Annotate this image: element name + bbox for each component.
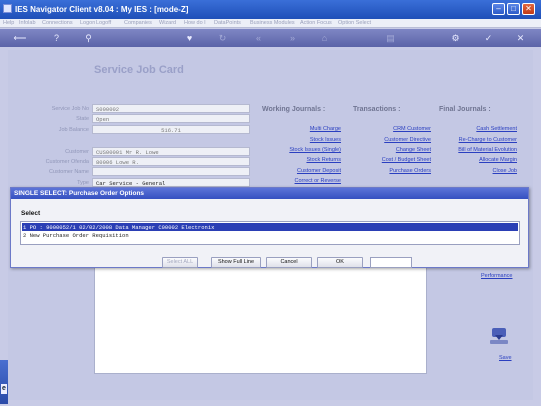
- bill-of-material-evolution-link[interactable]: Bill of Material Evolution: [458, 147, 517, 153]
- transactions-heading: Transactions :: [353, 106, 401, 113]
- customer-field[interactable]: CUS00001 Mr R. Lowe: [92, 147, 250, 156]
- favorite-icon[interactable]: ♥: [183, 32, 196, 44]
- selection-input[interactable]: [370, 257, 412, 268]
- print-icon[interactable]: ▤: [384, 32, 397, 44]
- crm-customer-link[interactable]: CRM Customer: [393, 126, 431, 132]
- search-icon[interactable]: ⚲: [82, 32, 95, 44]
- multi-charge-link[interactable]: Multi Charge: [310, 126, 341, 132]
- service-job-field[interactable]: S000002: [92, 104, 250, 113]
- cost-budget-sheet-link[interactable]: Cost / Budget Sheet: [382, 157, 431, 163]
- menu-infolab[interactable]: Infolab: [19, 20, 36, 26]
- state-label: State: [76, 116, 89, 122]
- cash-settlement-link[interactable]: Cash Settlement: [476, 126, 517, 132]
- cancel-button[interactable]: Cancel: [266, 257, 312, 268]
- menu-wizard[interactable]: Wizard: [159, 20, 176, 26]
- re-charge-to-customer-link[interactable]: Re-Charge to Customer: [459, 137, 517, 143]
- customer-name-label: Customer Name: [48, 169, 89, 175]
- stock-issues-single-link[interactable]: Stock Issues (Single): [289, 147, 341, 153]
- allocate-margin-link[interactable]: Allocate Margin: [479, 157, 517, 163]
- menu-how-do-i[interactable]: How do I: [184, 20, 206, 26]
- toolbar: ⟵ ? ⚲ ♥ ↻ « » ⌂ ▤ ⚙ ✓ ✕: [0, 29, 541, 47]
- window-title: IES Navigator Client v8.04 : My IES : [m…: [15, 5, 189, 14]
- menu-companies[interactable]: Companies: [124, 20, 152, 26]
- customer-directive-link[interactable]: Customer Directive: [384, 137, 431, 143]
- taskbar: e: [0, 360, 8, 404]
- purchase-orders-link[interactable]: Purchase Orders: [389, 168, 431, 174]
- menu-option-select[interactable]: Option Select: [338, 20, 371, 26]
- customer-ofenda-label: Customer Ofenda: [45, 159, 89, 165]
- back-arrow-icon[interactable]: ⟵: [7, 32, 33, 44]
- menu-bar: Help Infolab Connections Logon Logoff Co…: [0, 19, 541, 28]
- page-title: Service Job Card: [94, 64, 184, 76]
- settings-icon[interactable]: ⚙: [449, 32, 462, 44]
- type-label: Type: [77, 180, 89, 186]
- customer-deposit-link[interactable]: Customer Deposit: [297, 168, 341, 174]
- menu-connections[interactable]: Connections: [42, 20, 73, 26]
- save-icon[interactable]: [487, 326, 511, 346]
- browser-icon[interactable]: e: [1, 384, 7, 394]
- minimize-icon[interactable]: –: [492, 3, 505, 15]
- close-job-link[interactable]: Close Job: [493, 168, 517, 174]
- job-balance-field[interactable]: 516.71: [92, 125, 250, 134]
- working-journals-heading: Working Journals :: [262, 106, 326, 113]
- menu-datapoints[interactable]: DataPoints: [214, 20, 241, 26]
- dialog-title: SINGLE SELECT: Purchase Order Options: [11, 188, 528, 199]
- list-item[interactable]: 1 PO : 9000052/1 02/02/2008 Data Manager…: [22, 223, 518, 231]
- menu-logon[interactable]: Logon: [80, 20, 95, 26]
- close-icon[interactable]: ✕: [522, 3, 535, 15]
- menu-help[interactable]: Help: [3, 20, 14, 26]
- type-field[interactable]: Car Service - General: [92, 178, 250, 187]
- maximize-icon[interactable]: □: [507, 3, 520, 15]
- select-label: Select: [21, 210, 41, 217]
- performance-link[interactable]: Performance: [481, 273, 513, 279]
- change-sheet-link[interactable]: Change Sheet: [396, 147, 431, 153]
- confirm-icon[interactable]: ✓: [482, 32, 495, 44]
- title-bar: IES Navigator Client v8.04 : My IES : [m…: [0, 0, 541, 19]
- stock-returns-link[interactable]: Stock Returns: [306, 157, 341, 163]
- job-balance-label: Job Balance: [58, 127, 89, 133]
- previous-icon[interactable]: «: [252, 32, 265, 44]
- list-item[interactable]: 2 New Purchase Order Requisition: [22, 231, 518, 239]
- bookmark-icon[interactable]: ⌂: [318, 32, 331, 44]
- stock-issues-link[interactable]: Stock Issues: [310, 137, 341, 143]
- save-link[interactable]: Save: [499, 355, 512, 361]
- customer-label: Customer: [65, 149, 89, 155]
- next-icon[interactable]: »: [286, 32, 299, 44]
- purchase-order-options-dialog: SINGLE SELECT: Purchase Order Options Se…: [10, 187, 529, 268]
- ok-button[interactable]: OK: [317, 257, 363, 268]
- show-full-line-button[interactable]: Show Full Line: [211, 257, 261, 268]
- options-list: 1 PO : 9000052/1 02/02/2008 Data Manager…: [20, 221, 520, 245]
- select-all-button[interactable]: Select ALL: [162, 257, 198, 268]
- correct-or-reverse-link[interactable]: Correct or Reverse: [295, 178, 341, 184]
- customer-ofenda-field[interactable]: 80006 Lowe R.: [92, 157, 250, 166]
- refresh-icon[interactable]: ↻: [216, 32, 229, 44]
- help-icon[interactable]: ?: [50, 32, 63, 44]
- state-field[interactable]: Open: [92, 114, 250, 123]
- customer-name-field[interactable]: [92, 167, 250, 176]
- menu-business-modules[interactable]: Business Modules: [250, 20, 295, 26]
- app-icon: [3, 4, 12, 13]
- exit-icon[interactable]: ✕: [514, 32, 527, 44]
- service-job-label: Service Job No: [51, 106, 89, 112]
- menu-logoff[interactable]: Logoff: [96, 20, 111, 26]
- final-journals-heading: Final Journals :: [439, 106, 491, 113]
- menu-action-focus[interactable]: Action Focus: [300, 20, 332, 26]
